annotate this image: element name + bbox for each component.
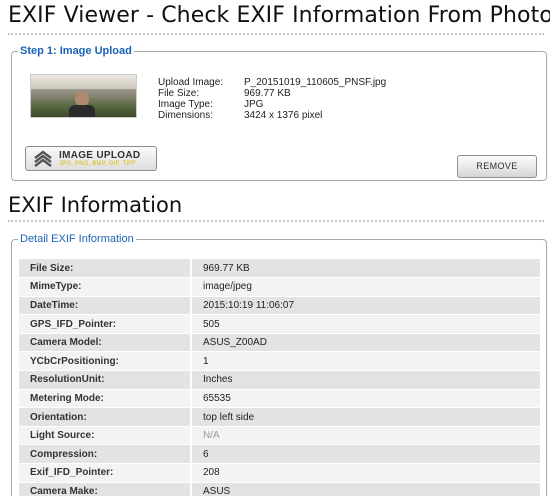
upload-image-value: P_20151019_110605_PNSF.jpg — [244, 77, 387, 88]
exif-value: 208 — [191, 463, 540, 483]
exif-key: DateTime: — [19, 296, 192, 316]
exif-key: Exif_IFD_Pointer: — [19, 463, 192, 483]
exif-key: YCbCrPositioning: — [19, 351, 192, 372]
exif-key: GPS_IFD_Pointer: — [19, 314, 192, 334]
exif-key: File Size: — [19, 259, 192, 279]
exif-value: Inches — [191, 370, 540, 390]
exif-key: Compression: — [19, 444, 192, 465]
exif-detail-panel: Detail EXIF Information File Size: 969.7… — [11, 233, 547, 496]
table-row: Camera Make: ASUS — [19, 482, 540, 496]
uploaded-image-thumbnail — [30, 74, 137, 118]
exif-value: N/A — [191, 426, 540, 446]
exif-value: 1 — [191, 351, 540, 372]
image-type-value: JPG — [244, 99, 264, 110]
exif-value: ASUS_Z00AD — [191, 333, 540, 353]
image-upload-formats: JPG, PNG, BMP, GIF, TIFF — [59, 161, 136, 167]
exif-key: Metering Mode: — [19, 389, 192, 409]
exif-key: Camera Make: — [19, 482, 192, 496]
exif-value: 969.77 KB — [191, 259, 540, 279]
exif-value: 2015:10:19 11:06:07 — [191, 296, 540, 316]
exif-key: ResolutionUnit: — [19, 370, 192, 390]
exif-value: 6 — [191, 444, 540, 465]
exif-detail-legend: Detail EXIF Information — [20, 233, 134, 245]
exif-value: ASUS — [191, 482, 540, 496]
exif-value: image/jpeg — [191, 277, 540, 297]
file-size-value: 969.77 KB — [244, 88, 291, 99]
image-info: Upload Image: P_20151019_110605_PNSF.jpg… — [158, 77, 386, 121]
table-row: Metering Mode: 65535 — [19, 389, 540, 409]
exif-key: MimeType: — [19, 277, 192, 297]
table-row: MimeType: image/jpeg — [19, 277, 540, 297]
table-row: Light Source: N/A — [19, 426, 540, 446]
file-size-label: File Size: — [158, 88, 200, 99]
exif-value: 505 — [191, 314, 540, 334]
exif-value: 65535 — [191, 389, 540, 409]
page-title: EXIF Viewer - Check EXIF Information Fro… — [8, 3, 550, 28]
table-row: YCbCrPositioning: 1 — [19, 351, 540, 372]
image-type-label: Image Type: — [158, 99, 213, 110]
exif-key: Light Source: — [19, 426, 192, 446]
upload-image-label: Upload Image: — [158, 77, 224, 88]
table-row: Orientation: top left side — [19, 407, 540, 427]
upload-arrows-icon — [34, 150, 52, 167]
title-divider — [8, 33, 544, 35]
table-row: Exif_IFD_Pointer: 208 — [19, 463, 540, 483]
image-upload-button-label: IMAGE UPLOAD — [59, 150, 141, 161]
image-upload-legend: Step 1: Image Upload — [20, 45, 132, 57]
image-upload-panel: Step 1: Image Upload Upload Image: P_201… — [11, 45, 547, 181]
section-title: EXIF Information — [8, 193, 183, 217]
exif-value: top left side — [191, 407, 540, 427]
exif-table: File Size: 969.77 KB MimeType: image/jpe… — [19, 259, 540, 496]
exif-key: Orientation: — [19, 407, 192, 427]
remove-button[interactable]: REMOVE — [457, 155, 537, 178]
table-row: ResolutionUnit: Inches — [19, 370, 540, 390]
dimensions-label: Dimensions: — [158, 110, 214, 121]
exif-key: Camera Model: — [19, 333, 192, 353]
table-row: Compression: 6 — [19, 444, 540, 465]
table-row: DateTime: 2015:10:19 11:06:07 — [19, 296, 540, 316]
dimensions-value: 3424 x 1376 pixel — [244, 110, 323, 121]
image-upload-button[interactable]: IMAGE UPLOAD JPG, PNG, BMP, GIF, TIFF — [25, 146, 157, 171]
table-row: Camera Model: ASUS_Z00AD — [19, 333, 540, 353]
section-divider — [8, 220, 544, 222]
table-row: GPS_IFD_Pointer: 505 — [19, 314, 540, 334]
table-row: File Size: 969.77 KB — [19, 259, 540, 279]
